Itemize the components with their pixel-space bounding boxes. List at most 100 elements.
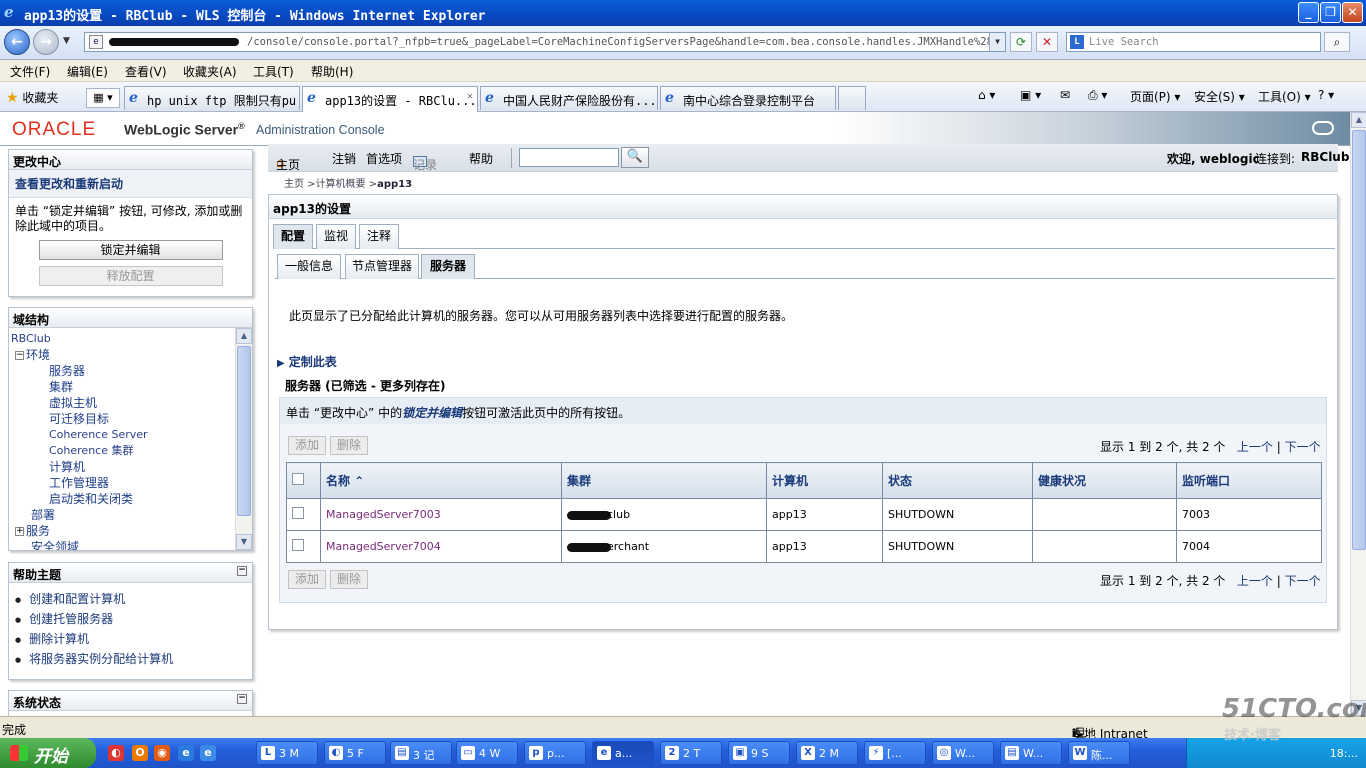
subtab-node-manager[interactable]: 节点管理器 [345, 254, 419, 279]
prev-link[interactable]: 上一个 [1237, 574, 1273, 588]
back-button[interactable]: ← [4, 29, 30, 55]
help-menu-icon[interactable]: ? ▾ [1318, 88, 1334, 102]
quicklaunch-app-icon[interactable]: ◐ [108, 745, 124, 761]
safety-menu[interactable]: 安全(S) ▾ [1194, 88, 1245, 105]
maximize-button[interactable]: ❐ [1320, 2, 1341, 23]
breadcrumb-home[interactable]: 主页 [284, 179, 304, 190]
minimize-button[interactable]: _ [1298, 2, 1319, 23]
col-state[interactable]: 状态 [882, 462, 1033, 499]
tree-environment[interactable]: − 环境 [15, 346, 50, 363]
console-search-button[interactable]: 🔍 [621, 147, 649, 168]
logout-link[interactable]: 注销 [332, 150, 356, 167]
row-checkbox[interactable] [292, 507, 304, 519]
tree-services[interactable]: + 服务 [15, 522, 50, 539]
tree-clusters[interactable]: 集群 [49, 378, 73, 395]
delete-button[interactable]: 删除 [330, 436, 368, 455]
expand-icon[interactable]: + [15, 527, 24, 536]
col-listen-port[interactable]: 监听端口 [1176, 462, 1322, 499]
collapse-icon[interactable]: − [15, 351, 24, 360]
taskbar-item-4[interactable]: ▭ 4 W [456, 741, 518, 765]
browser-tab-2[interactable]: e app13的设置 - RBClu... ✕ [302, 86, 478, 112]
browser-tab-3[interactable]: e 中国人民财产保险股份有... [480, 86, 658, 110]
menu-help[interactable]: 帮助(H) [311, 63, 353, 80]
prev-link[interactable]: 上一个 [1237, 440, 1273, 454]
print-icon[interactable]: ⎙ ▾ [1088, 88, 1107, 103]
subtab-servers[interactable]: 服务器 [421, 254, 475, 279]
tree-coherence-cluster[interactable]: Coherence 集群 [49, 442, 133, 458]
quick-tabs-button[interactable]: ▦ ▾ [86, 88, 120, 108]
tree-coherence-server[interactable]: Coherence Server [49, 428, 148, 441]
scroll-thumb[interactable] [1352, 130, 1366, 550]
new-tab-button[interactable] [838, 86, 866, 110]
help-link-create-managed[interactable]: 创建托管服务器 [15, 609, 246, 629]
scroll-up-icon[interactable]: ▲ [1351, 112, 1366, 128]
next-link[interactable]: 下一个 [1285, 440, 1321, 454]
start-button[interactable]: 开始 [0, 738, 96, 768]
subtab-general[interactable]: 一般信息 [277, 254, 341, 279]
tab-configuration[interactable]: 配置 [273, 224, 313, 249]
stop-button[interactable]: ✕ [1036, 32, 1058, 52]
taskbar-item-8[interactable]: ▣ 9 S [728, 741, 790, 765]
col-cluster[interactable]: 集群 [561, 462, 767, 499]
menu-file[interactable]: 文件(F) [10, 63, 50, 80]
quicklaunch-office-icon[interactable]: O [132, 745, 148, 761]
close-button[interactable]: ✕ [1342, 2, 1363, 23]
tree-root[interactable]: RBClub [11, 332, 51, 345]
browser-tab-1[interactable]: ehp unix ftp 限制只有pu... [124, 86, 300, 110]
collapse-icon[interactable]: − [237, 694, 247, 704]
close-tab-icon[interactable]: ✕ [467, 91, 473, 102]
add-button-bottom[interactable]: 添加 [288, 570, 326, 589]
home-toolbar-icon[interactable]: ⌂ ▾ [978, 88, 995, 102]
menu-favorites[interactable]: 收藏夹(A) [183, 63, 237, 80]
server-name-link[interactable]: ManagedServer7004 [320, 530, 562, 563]
help-link-assign-servers[interactable]: 将服务器实例分配给计算机 [15, 649, 246, 669]
select-all-checkbox[interactable] [292, 473, 304, 485]
menu-tools[interactable]: 工具(T) [253, 63, 294, 80]
next-link[interactable]: 下一个 [1285, 574, 1321, 588]
lock-edit-link[interactable]: 锁定并编辑 [402, 406, 462, 420]
row-checkbox[interactable] [292, 539, 304, 551]
help-link-create-machine[interactable]: 创建和配置计算机 [15, 589, 246, 609]
taskbar-item-5[interactable]: p p... [524, 741, 586, 765]
refresh-button[interactable]: ⟳ [1010, 32, 1032, 52]
tree-scrollbar[interactable]: ▲ ▼ [235, 328, 252, 550]
tab-monitoring[interactable]: 监视 [316, 224, 356, 249]
scroll-thumb[interactable] [237, 346, 251, 516]
taskbar-item-7[interactable]: 22 T [660, 741, 722, 765]
release-config-button[interactable]: 释放配置 [38, 266, 223, 286]
col-name[interactable]: 名称 ⌃ [320, 462, 562, 499]
breadcrumb-machines[interactable]: 计算机概要 [316, 179, 366, 190]
taskbar-item-3[interactable]: ▤ 3 记 [390, 741, 452, 765]
search-button[interactable]: ⌕ [1324, 32, 1350, 52]
browser-tab-4[interactable]: e 南中心综合登录控制平台 [660, 86, 836, 110]
tree-migratable-targets[interactable]: 可迁移目标 [49, 410, 109, 427]
tree-startup-shutdown[interactable]: 启动类和关闭类 [49, 490, 133, 507]
menu-view[interactable]: 查看(V) [125, 63, 167, 80]
taskbar-item-11[interactable]: ◎ W... [932, 741, 994, 765]
tray-clock[interactable]: 18:... [1330, 747, 1358, 760]
tree-virtual-hosts[interactable]: 虚拟主机 [49, 394, 97, 411]
forward-button[interactable]: → [33, 29, 59, 55]
col-health[interactable]: 健康状况 [1032, 462, 1177, 499]
server-name-link[interactable]: ManagedServer7003 [320, 498, 562, 531]
scroll-up-icon[interactable]: ▲ [236, 328, 252, 344]
tree-security-realms[interactable]: 安全领域 [31, 538, 79, 550]
page-scrollbar[interactable]: ▲ ▼ [1350, 112, 1366, 716]
tree-work-managers[interactable]: 工作管理器 [49, 474, 109, 491]
quicklaunch-firefox-icon[interactable]: ◉ [154, 745, 170, 761]
feeds-icon[interactable]: ▣ ▾ [1020, 88, 1041, 102]
tree-deployments[interactable]: 部署 [31, 506, 55, 523]
tree-machines[interactable]: 计算机 [49, 458, 85, 475]
scroll-down-icon[interactable]: ▼ [236, 534, 252, 550]
taskbar-item-2[interactable]: ◐ 5 F [324, 741, 386, 765]
col-machine[interactable]: 计算机 [766, 462, 883, 499]
taskbar-item-9[interactable]: X2 M [796, 741, 858, 765]
address-dropdown-icon[interactable]: ▼ [989, 33, 1005, 51]
view-changes-link[interactable]: 查看更改和重新启动 [9, 170, 252, 198]
console-search-input[interactable] [519, 148, 619, 167]
taskbar-item-6[interactable]: e a... [592, 741, 654, 765]
taskbar-item-1[interactable]: L3 M [256, 741, 318, 765]
taskbar-item-13[interactable]: W 陈... [1068, 741, 1130, 765]
menu-edit[interactable]: 编辑(E) [67, 63, 108, 80]
lock-edit-button[interactable]: 锁定并编辑 [38, 240, 223, 260]
